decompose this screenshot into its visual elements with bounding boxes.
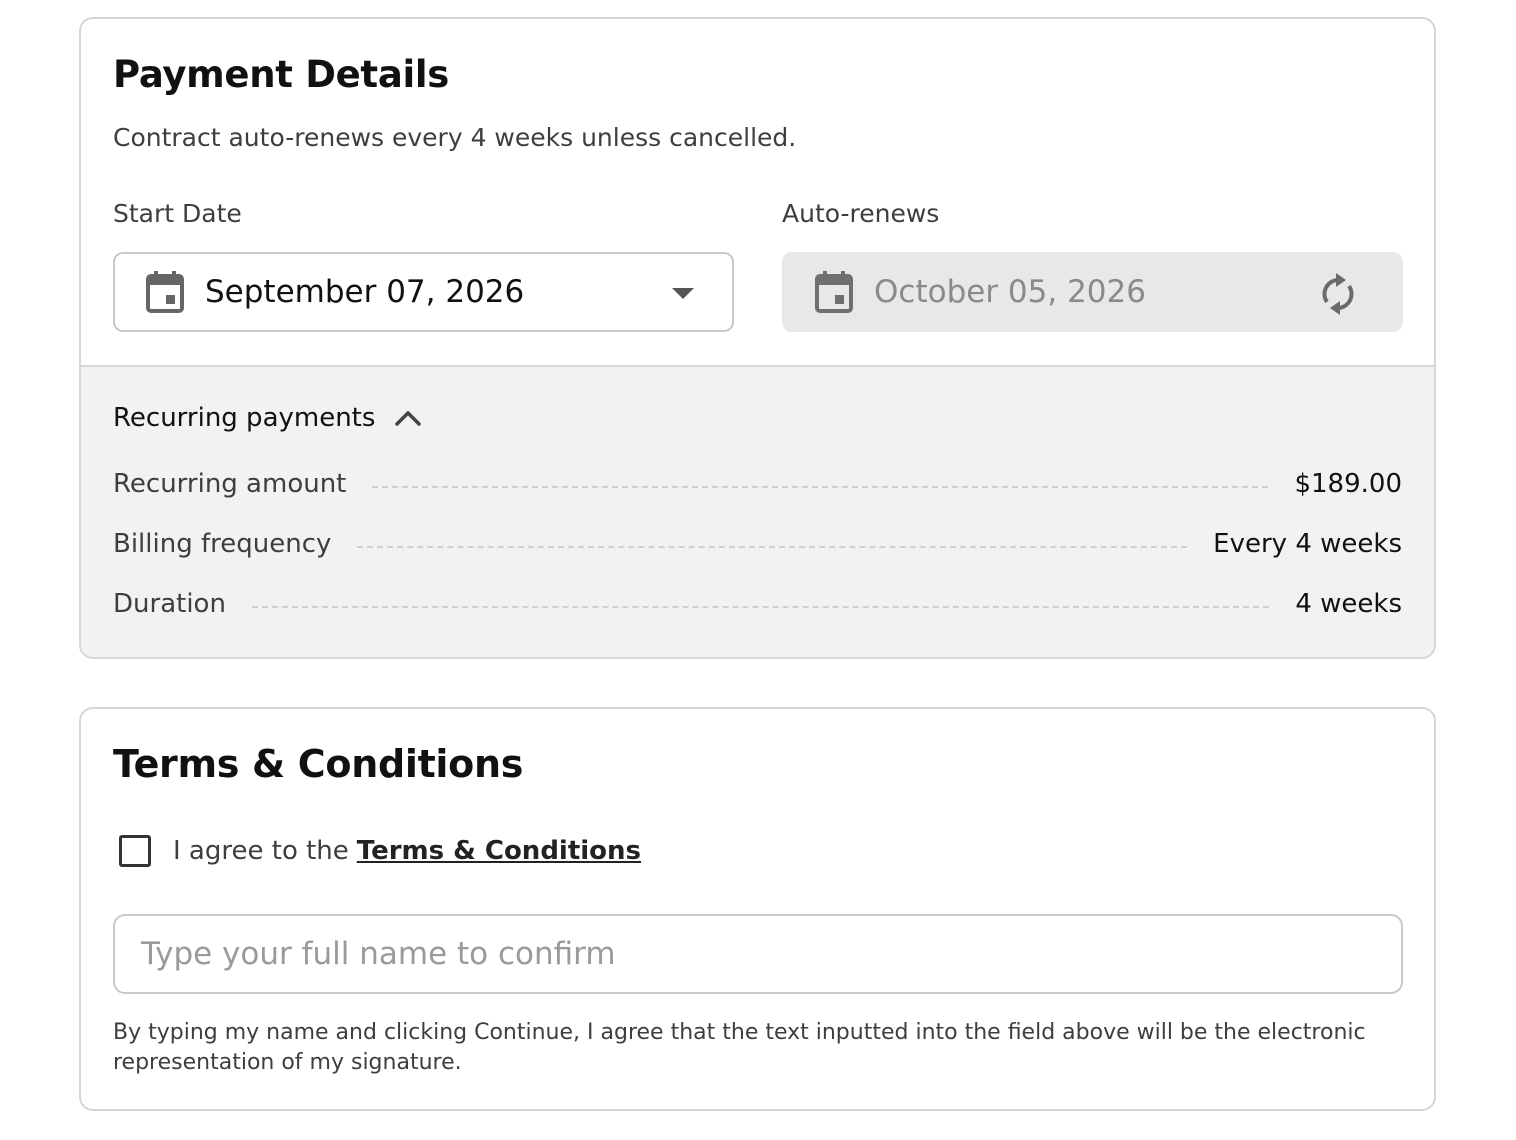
dotted-leader (357, 546, 1188, 548)
full-name-signature-input[interactable] (113, 914, 1403, 994)
recurring-payments-label: Recurring payments (113, 403, 376, 433)
agree-terms-row: I agree to the Terms & Conditions (119, 835, 641, 867)
payment-details-card: Payment Details Contract auto-renews eve… (79, 17, 1436, 659)
summary-row-duration: Duration 4 weeks (113, 584, 1402, 624)
auto-renews-label: Auto-renews (782, 199, 940, 228)
terms-conditions-title: Terms & Conditions (113, 742, 524, 786)
summary-label: Billing frequency (113, 529, 332, 559)
summary-value: $189.00 (1294, 469, 1402, 499)
dotted-leader (372, 486, 1269, 488)
recurring-payments-toggle[interactable]: Recurring payments (113, 403, 422, 433)
chevron-up-icon (395, 411, 422, 426)
calendar-icon (815, 271, 853, 313)
recurring-payments-panel: Recurring payments Recurring amount $189… (81, 365, 1434, 657)
summary-value: 4 weeks (1295, 589, 1402, 619)
start-date-label: Start Date (113, 199, 242, 228)
summary-value: Every 4 weeks (1213, 529, 1402, 559)
signature-disclaimer: By typing my name and clicking Continue,… (113, 1020, 1366, 1075)
terms-conditions-card: Terms & Conditions I agree to the Terms … (79, 707, 1436, 1111)
auto-renews-date-field: October 05, 2026 (782, 252, 1403, 332)
summary-label: Recurring amount (113, 469, 347, 499)
summary-row-billing-frequency: Billing frequency Every 4 weeks (113, 524, 1402, 564)
summary-row-recurring-amount: Recurring amount $189.00 (113, 464, 1402, 504)
chevron-down-icon[interactable] (672, 286, 694, 300)
payment-details-subtitle: Contract auto-renews every 4 weeks unles… (113, 123, 797, 152)
start-date-picker[interactable]: September 07, 2026 (113, 252, 734, 332)
dotted-leader (251, 606, 1270, 608)
agree-terms-text: I agree to the (173, 836, 349, 866)
renew-icon (1322, 273, 1354, 315)
start-date-value: September 07, 2026 (205, 274, 525, 310)
terms-conditions-link[interactable]: Terms & Conditions (357, 836, 641, 866)
calendar-icon (146, 271, 184, 313)
payment-details-title: Payment Details (113, 53, 449, 96)
auto-renews-value: October 05, 2026 (874, 274, 1146, 310)
summary-label: Duration (113, 589, 226, 619)
agree-terms-checkbox[interactable] (119, 835, 151, 867)
